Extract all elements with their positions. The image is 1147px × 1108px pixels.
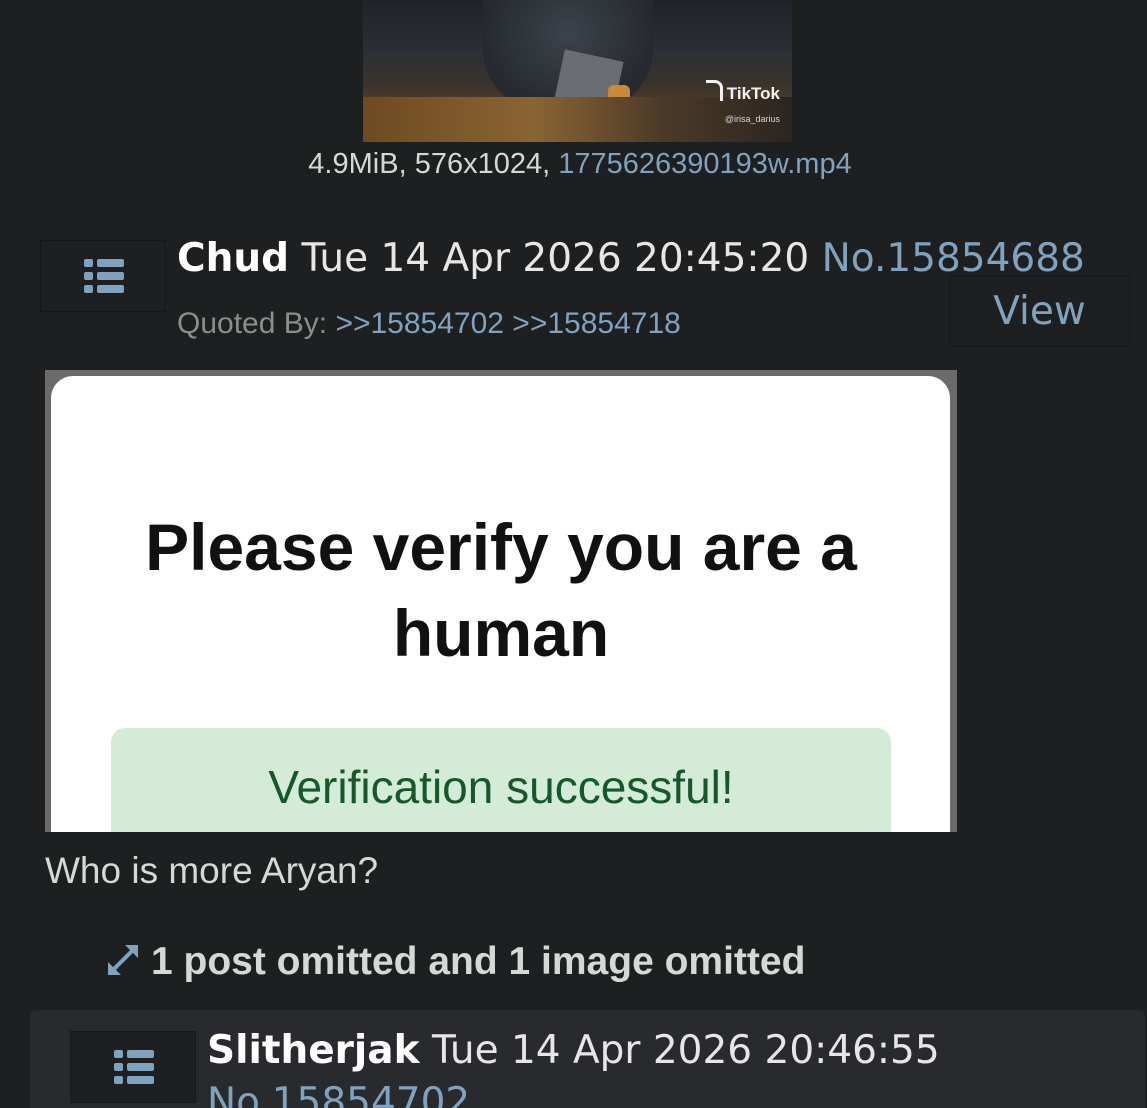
video-thumbnail[interactable]: TikTok @irisa_darius bbox=[363, 0, 792, 142]
post-number-link[interactable]: No.15854688 bbox=[822, 236, 1085, 281]
quote-link[interactable]: >>15854702 bbox=[335, 307, 504, 340]
verification-heading: Please verify you are a human bbox=[145, 510, 857, 670]
post-image[interactable]: Please verify you are a human Verificati… bbox=[45, 370, 957, 832]
post-menu-button[interactable] bbox=[40, 240, 166, 312]
tiktok-username: @irisa_darius bbox=[724, 114, 780, 124]
post-header: Chud Tue 14 Apr 2026 20:45:20 No.1585468… bbox=[177, 236, 1085, 281]
quote-link[interactable]: >>15854718 bbox=[512, 307, 681, 340]
expand-arrows-icon bbox=[107, 944, 139, 976]
reply-menu-button[interactable] bbox=[70, 1031, 196, 1103]
file-dimensions: 576x1024 bbox=[414, 148, 543, 180]
omitted-text: 1 post omitted and 1 image omitted bbox=[151, 940, 806, 983]
list-icon bbox=[114, 1050, 154, 1084]
file-name-link[interactable]: 1775626390193w.mp4 bbox=[558, 148, 851, 180]
reply-number-link[interactable]: No.15854702 bbox=[207, 1080, 470, 1108]
poster-name: Chud bbox=[177, 236, 290, 281]
file-info: 4.9MiB, 576x1024, 1775626390193w.mp4 bbox=[0, 148, 1147, 181]
tiktok-logo-icon bbox=[705, 80, 723, 101]
omitted-posts-toggle[interactable]: 1 post omitted and 1 image omitted bbox=[103, 940, 805, 984]
reply-number-row: No.15854702 bbox=[207, 1080, 470, 1108]
list-icon bbox=[84, 259, 124, 293]
reply-header: Slitherjak Tue 14 Apr 2026 20:46:55 bbox=[207, 1028, 940, 1073]
quoted-by: Quoted By: >>15854702 >>15854718 bbox=[177, 307, 681, 341]
reply-date: Tue 14 Apr 2026 20:46:55 bbox=[431, 1028, 940, 1073]
file-sep-1: , bbox=[398, 148, 415, 180]
file-sep-2: , bbox=[542, 148, 559, 180]
thread-page: TikTok @irisa_darius 4.9MiB, 576x1024, 1… bbox=[0, 0, 1147, 1108]
reply-poster-name: Slitherjak bbox=[207, 1028, 420, 1073]
verification-card: Please verify you are a human Verificati… bbox=[51, 376, 950, 832]
verification-status: Verification successful! bbox=[111, 728, 891, 832]
file-size: 4.9MiB bbox=[308, 148, 399, 180]
quoted-by-label: Quoted By: bbox=[177, 307, 328, 340]
post-date: Tue 14 Apr 2026 20:45:20 bbox=[301, 236, 810, 281]
tiktok-watermark: TikTok bbox=[670, 80, 780, 104]
view-button[interactable]: View bbox=[949, 276, 1130, 347]
post-comment: Who is more Aryan? bbox=[45, 850, 379, 891]
tiktok-brand: TikTok bbox=[726, 84, 780, 103]
